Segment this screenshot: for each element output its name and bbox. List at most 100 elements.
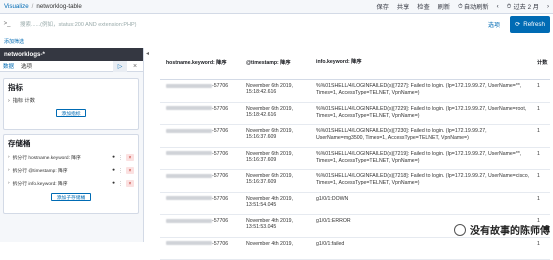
redacted-hostname <box>166 106 212 110</box>
eye-icon[interactable]: ● <box>112 168 115 173</box>
cell-count: 1 <box>535 128 550 134</box>
menu-auto-refresh-label: 自动刷新 <box>464 2 489 11</box>
table-row: -57706November 6th 2019, 15:16:37.609%%0… <box>160 125 550 148</box>
menu-auto-refresh[interactable]: ⏱ 自动刷新 <box>458 2 489 11</box>
breadcrumb-separator: / <box>32 3 34 10</box>
hostname-suffix: -57706 <box>212 218 228 224</box>
remove-bucket-button[interactable]: × <box>126 154 134 161</box>
cell-count: 1 <box>535 83 550 89</box>
hostname-suffix: -57706 <box>212 106 228 112</box>
eye-icon[interactable]: ● <box>112 181 115 186</box>
hostname-suffix: -57706 <box>212 83 228 89</box>
add-sub-bucket-button[interactable]: 添加子存储桶 <box>51 193 91 201</box>
apply-play-icon[interactable]: ▷ <box>113 61 127 72</box>
chevron-left-icon[interactable]: ‹ <box>497 3 499 10</box>
bucket-item[interactable]: › 拆分行 hostname.keyword: 降序 ● ⋮ × <box>4 151 138 164</box>
column-header[interactable]: info.keyword: 降序 <box>313 59 535 66</box>
sidebar-tabs: 数据 选项 ▷ × <box>0 61 143 72</box>
cell-timestamp: November 6th 2019, 15:16:37.609 <box>243 173 313 185</box>
chevron-right-icon[interactable]: › <box>8 155 10 160</box>
hostname-suffix: -57706 <box>212 128 228 134</box>
hostname-suffix: -57706 <box>212 173 228 179</box>
metrics-title: 指标 <box>4 79 138 95</box>
refresh-button[interactable]: ⟳ Refresh <box>510 16 550 33</box>
cell-timestamp: November 6th 2019, 15:18:42.616 <box>243 83 313 95</box>
table-row: -57706November 4th 2019,g1/0/1:failed1 <box>160 238 550 260</box>
cell-count: 1 <box>535 106 550 112</box>
index-pattern-title: networklogs-* <box>0 48 143 61</box>
clock-icon: ⏱ <box>458 3 463 11</box>
column-header[interactable]: @timestamp: 降序 <box>243 59 313 66</box>
search-input[interactable]: 搜索......(例如，status:200 AND extension:PHP… <box>14 20 488 28</box>
chevron-right-icon[interactable]: › <box>547 3 549 10</box>
chevron-right-icon[interactable]: › <box>8 168 10 173</box>
column-header[interactable]: 计数 <box>535 59 550 66</box>
time-range-label: 过去 2 月 <box>513 2 538 11</box>
add-metric-button[interactable]: 添加指标 <box>56 109 86 117</box>
close-icon[interactable]: × <box>129 61 141 72</box>
remove-bucket-button[interactable]: × <box>126 180 134 187</box>
cell-hostname: -57706 <box>160 151 243 157</box>
metrics-panel: 指标 › 指标 计数 添加指标 <box>3 78 139 130</box>
eye-icon[interactable]: ● <box>112 155 115 160</box>
collapse-sidebar-icon[interactable]: ◂ <box>146 50 149 57</box>
drag-handle-icon[interactable]: ⋮ <box>118 168 123 174</box>
breadcrumb-current: networklog-table <box>36 3 81 10</box>
cell-timestamp: November 4th 2019, <box>243 241 313 247</box>
bucket-item[interactable]: › 拆分行 info.keyword: 降序 ● ⋮ × <box>4 177 138 190</box>
watermark-text: 没有故事的陈师傅 <box>470 222 550 237</box>
cell-hostname: -57706 <box>160 83 243 89</box>
bucket-item-label: 拆分行 hostname.keyword: 降序 <box>13 154 109 161</box>
cell-timestamp: November 6th 2019, 15:16:37.609 <box>243 128 313 140</box>
redacted-hostname <box>166 129 212 133</box>
column-header[interactable]: hostname.keyword: 降序 <box>160 59 243 66</box>
top-nav-bar: Visualize / networklog-table 保存 共享 检查 刷新… <box>0 0 553 14</box>
tab-data[interactable]: 数据 <box>3 62 14 70</box>
add-filter-link[interactable]: 添加筛选 <box>4 38 24 45</box>
cell-hostname: -57706 <box>160 196 243 202</box>
menu-save[interactable]: 保存 <box>377 2 389 11</box>
drag-handle-icon[interactable]: ⋮ <box>118 155 123 161</box>
chevron-right-icon[interactable]: › <box>8 181 10 186</box>
cell-hostname: -57706 <box>160 241 243 247</box>
breadcrumb: Visualize / networklog-table <box>0 3 377 10</box>
time-picker[interactable]: ⏱ 过去 2 月 <box>507 2 539 11</box>
menu-share[interactable]: 共享 <box>397 2 409 11</box>
metric-item[interactable]: › 指标 计数 <box>4 95 138 106</box>
bucket-item-label: 拆分行 info.keyword: 降序 <box>13 180 109 187</box>
drag-handle-icon[interactable]: ⋮ <box>118 181 123 187</box>
query-bar: >_ 搜索......(例如，status:200 AND extension:… <box>0 14 553 34</box>
cell-hostname: -57706 <box>160 128 243 134</box>
cell-info: %%01SHELL/4/LOGINFAILED(s)[7229]: Failed… <box>313 106 535 120</box>
table-row: -57706November 6th 2019, 15:18:42.616%%0… <box>160 80 550 103</box>
buckets-panel: 存储桶 › 拆分行 hostname.keyword: 降序 ● ⋮ × › 拆… <box>3 134 139 214</box>
redacted-hostname <box>166 219 212 223</box>
table-header: hostname.keyword: 降序 @timestamp: 降序 info… <box>160 55 550 80</box>
cell-count: 1 <box>535 196 550 202</box>
breadcrumb-visualize-link[interactable]: Visualize <box>4 3 29 10</box>
hostname-suffix: -57706 <box>212 241 228 247</box>
redacted-hostname <box>166 84 212 88</box>
menu-refresh[interactable]: 刷新 <box>438 2 450 11</box>
buckets-title: 存储桶 <box>4 135 138 151</box>
menu-inspect[interactable]: 检查 <box>417 2 429 11</box>
table-row: -57706 November 6th 2019, 15:16:37.609%%0… <box>160 170 550 193</box>
query-language-prefix[interactable]: >_ <box>0 21 14 27</box>
chevron-right-icon[interactable]: › <box>8 98 10 104</box>
cell-count: 1 <box>535 241 550 247</box>
remove-bucket-button[interactable]: × <box>126 167 134 174</box>
bucket-item[interactable]: › 拆分行 @timestamp: 降序 ● ⋮ × <box>4 164 138 177</box>
cell-info: %%01SHELL/4/LOGINFAILED(s)[7218]: Failed… <box>313 173 535 187</box>
cell-hostname: -57706 <box>160 173 243 179</box>
clock-icon: ⏱ <box>507 3 512 11</box>
cell-timestamp: November 4th 2019, 13:51:53.045 <box>243 218 313 230</box>
tab-options[interactable]: 选项 <box>21 62 32 70</box>
cell-hostname: -57706 <box>160 106 243 112</box>
cell-count: 1 <box>535 151 550 157</box>
cell-timestamp: November 6th 2019, 15:18:42.616 <box>243 106 313 118</box>
wechat-logo-icon <box>454 224 466 236</box>
refresh-icon: ⟳ <box>515 21 520 28</box>
query-options-button[interactable]: 选项 <box>488 20 500 29</box>
watermark: 没有故事的陈师傅 <box>454 222 550 237</box>
bucket-item-label: 拆分行 @timestamp: 降序 <box>13 167 109 174</box>
